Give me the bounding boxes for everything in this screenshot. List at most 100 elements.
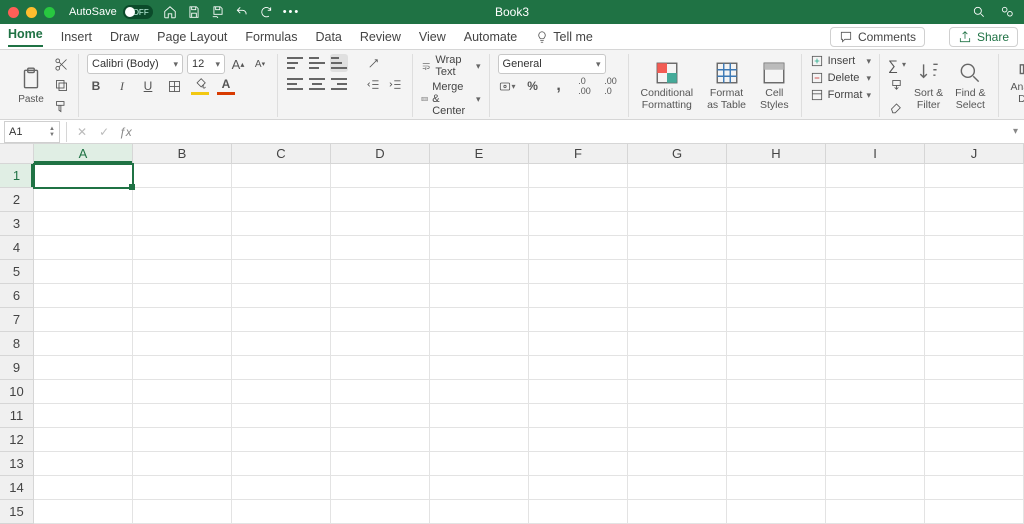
cell[interactable] <box>727 404 826 428</box>
cell[interactable] <box>331 236 430 260</box>
tab-view[interactable]: View <box>419 30 446 44</box>
cell[interactable] <box>331 260 430 284</box>
cell[interactable] <box>727 236 826 260</box>
cell[interactable] <box>133 380 232 404</box>
decrease-indent-button[interactable] <box>364 75 382 93</box>
cell[interactable] <box>430 188 529 212</box>
row-header[interactable]: 3 <box>0 212 34 236</box>
cell[interactable] <box>133 476 232 500</box>
save-as-icon[interactable] <box>211 5 225 19</box>
cell[interactable] <box>628 380 727 404</box>
cell[interactable] <box>628 308 727 332</box>
cell[interactable] <box>529 236 628 260</box>
cell[interactable] <box>628 236 727 260</box>
share-button[interactable]: Share <box>949 27 1018 47</box>
column-header[interactable]: C <box>232 144 331 164</box>
cell[interactable] <box>925 404 1024 428</box>
cell[interactable] <box>232 164 331 188</box>
cell[interactable] <box>430 380 529 404</box>
cell[interactable] <box>430 452 529 476</box>
cell[interactable] <box>430 356 529 380</box>
bold-button[interactable]: B <box>87 77 105 95</box>
cell[interactable] <box>529 428 628 452</box>
cell[interactable] <box>826 332 925 356</box>
cell[interactable] <box>34 188 133 212</box>
column-header[interactable]: J <box>925 144 1024 164</box>
cell[interactable] <box>430 260 529 284</box>
cell[interactable] <box>727 188 826 212</box>
column-header[interactable]: B <box>133 144 232 164</box>
cell[interactable] <box>727 428 826 452</box>
cell[interactable] <box>727 284 826 308</box>
cell[interactable] <box>628 284 727 308</box>
cell[interactable] <box>133 404 232 428</box>
row-header[interactable]: 7 <box>0 308 34 332</box>
cell[interactable] <box>529 404 628 428</box>
row-header[interactable]: 4 <box>0 236 34 260</box>
tab-draw[interactable]: Draw <box>110 30 139 44</box>
minimize-window-button[interactable] <box>26 7 37 18</box>
italic-button[interactable]: I <box>113 77 131 95</box>
cell[interactable] <box>628 332 727 356</box>
expand-formula-bar-button[interactable]: ▾ <box>1013 126 1018 137</box>
cell[interactable] <box>133 452 232 476</box>
cell[interactable] <box>925 236 1024 260</box>
cell[interactable] <box>826 476 925 500</box>
cell[interactable] <box>232 452 331 476</box>
tab-home[interactable]: Home <box>8 27 43 47</box>
cell[interactable] <box>925 356 1024 380</box>
save-icon[interactable] <box>187 5 201 19</box>
row-header[interactable]: 5 <box>0 260 34 284</box>
align-bottom-button[interactable] <box>330 54 348 72</box>
cell[interactable] <box>826 236 925 260</box>
cell[interactable] <box>232 404 331 428</box>
cell[interactable] <box>232 428 331 452</box>
cell[interactable] <box>232 476 331 500</box>
comma-format-button[interactable]: , <box>550 77 568 95</box>
cell[interactable] <box>925 164 1024 188</box>
cell[interactable] <box>34 404 133 428</box>
cell[interactable] <box>34 308 133 332</box>
cell[interactable] <box>232 356 331 380</box>
paste-button[interactable]: Paste <box>14 66 48 105</box>
row-header[interactable]: 13 <box>0 452 34 476</box>
cell[interactable] <box>133 500 232 524</box>
cell[interactable] <box>925 260 1024 284</box>
cell[interactable] <box>331 284 430 308</box>
cell[interactable] <box>232 284 331 308</box>
decrease-font-button[interactable]: A▾ <box>251 55 269 73</box>
cell[interactable] <box>133 236 232 260</box>
cell[interactable] <box>529 356 628 380</box>
cell[interactable] <box>925 284 1024 308</box>
cell[interactable] <box>133 260 232 284</box>
cell[interactable] <box>925 476 1024 500</box>
format-as-table-button[interactable]: Format as Table <box>703 60 750 111</box>
cell[interactable] <box>529 452 628 476</box>
ribbon-options-icon[interactable] <box>1000 5 1014 19</box>
cell[interactable] <box>232 188 331 212</box>
insert-cells-button[interactable]: Insert▾ <box>810 54 871 68</box>
font-name-select[interactable]: Calibri (Body)▾ <box>87 54 183 74</box>
comments-button[interactable]: Comments <box>830 27 925 47</box>
row-header[interactable]: 12 <box>0 428 34 452</box>
cell[interactable] <box>727 380 826 404</box>
cell[interactable] <box>529 500 628 524</box>
column-header[interactable]: A <box>34 144 133 164</box>
cell[interactable] <box>529 380 628 404</box>
cell[interactable] <box>925 428 1024 452</box>
cell-styles-button[interactable]: Cell Styles <box>756 60 793 111</box>
cell[interactable] <box>430 476 529 500</box>
cell[interactable] <box>34 332 133 356</box>
cell[interactable] <box>34 236 133 260</box>
font-size-select[interactable]: 12▾ <box>187 54 225 74</box>
cell[interactable] <box>925 500 1024 524</box>
cell[interactable] <box>529 284 628 308</box>
cell[interactable] <box>628 500 727 524</box>
cell[interactable] <box>232 500 331 524</box>
cell[interactable] <box>133 188 232 212</box>
conditional-formatting-button[interactable]: Conditional Formatting <box>637 60 698 111</box>
cell[interactable] <box>628 188 727 212</box>
tab-data[interactable]: Data <box>315 30 341 44</box>
name-box[interactable]: A1 ▲▼ <box>4 121 60 143</box>
cell[interactable] <box>133 356 232 380</box>
